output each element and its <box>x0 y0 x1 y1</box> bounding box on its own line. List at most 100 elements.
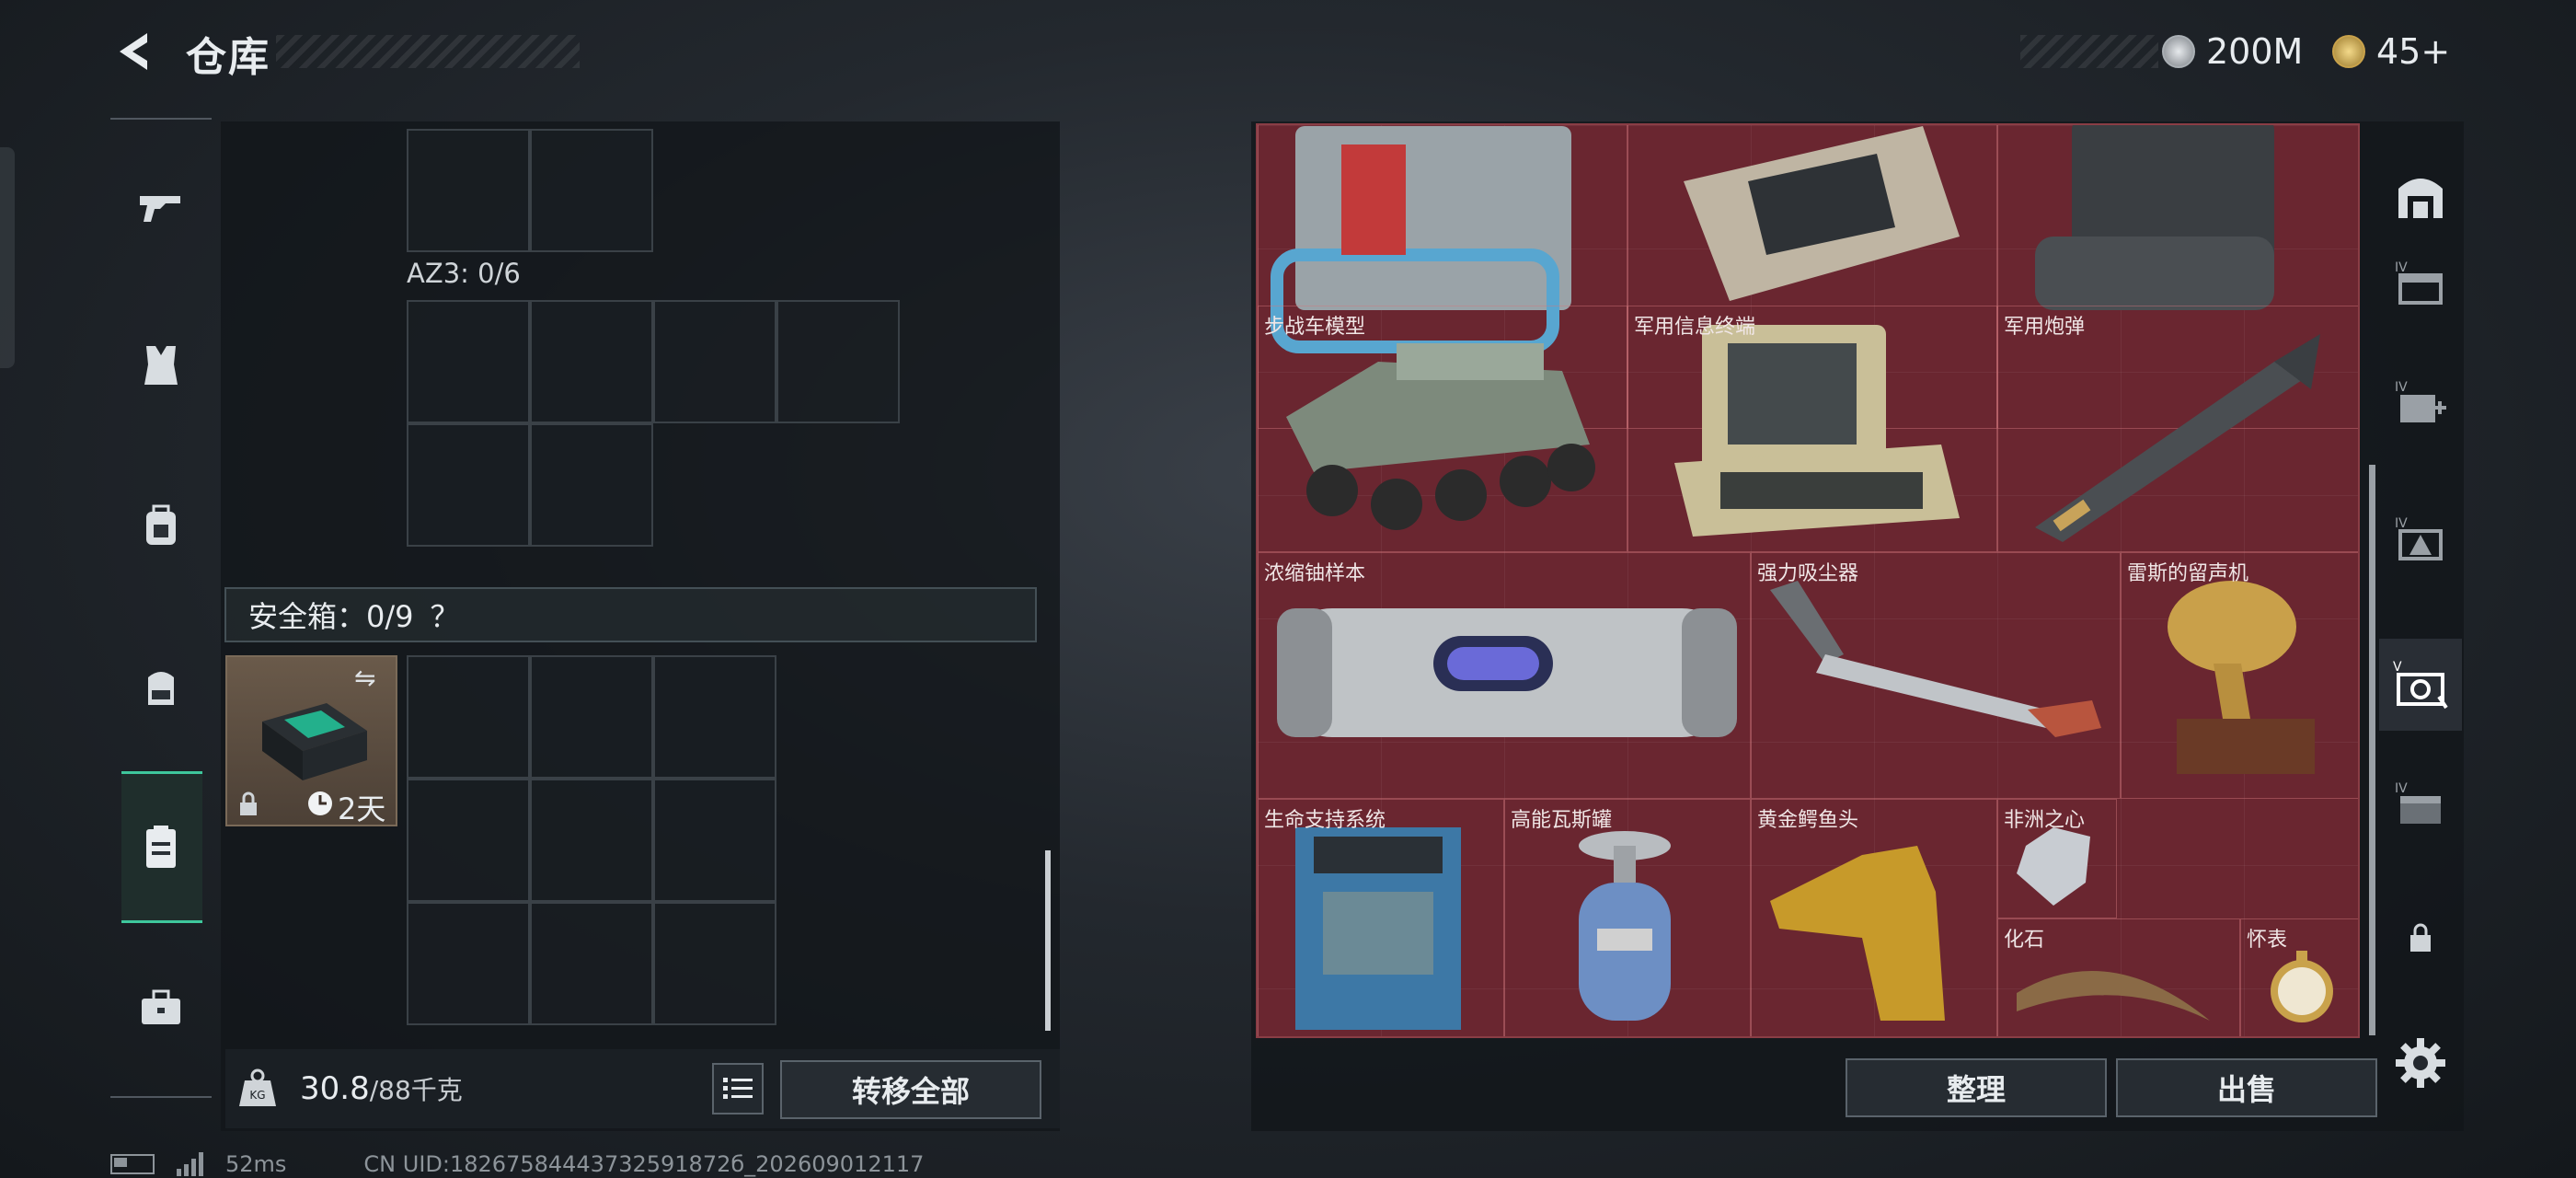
slot-cell[interactable] <box>407 655 530 779</box>
vacuum-cleaner-image <box>1770 581 2101 737</box>
az3-capacity-label: AZ3: 0/6 <box>407 258 521 289</box>
slot-cell[interactable] <box>407 902 530 1025</box>
currency-silver-value: 200M <box>2206 31 2304 72</box>
gun-icon[interactable] <box>129 175 193 239</box>
lock-icon[interactable] <box>2388 906 2453 970</box>
inventory-item-pocket-watch[interactable]: 怀表 <box>2240 918 2358 1036</box>
inventory-item-fossil[interactable]: 化石 <box>1997 918 2240 1036</box>
inventory-item-ifv-model[interactable]: 步战车模型 <box>1258 306 1627 552</box>
tier-iv-case-icon[interactable]: IV <box>2388 771 2453 836</box>
currency-stripe-decoration <box>2020 35 2158 68</box>
svg-text:KG: KG <box>249 1089 265 1102</box>
top-slot-grid <box>407 129 657 254</box>
slot-cell[interactable] <box>653 779 776 902</box>
backpack-alt-icon[interactable] <box>129 493 193 558</box>
golden-crocodile-head-image <box>1770 846 1945 1021</box>
inventory-item-military-terminal[interactable]: 军用信息终端 <box>1627 306 1997 552</box>
left-edge-handle <box>0 147 15 368</box>
status-bar: 52ms CN UID:18267584443732591872б_202609… <box>110 1150 924 1178</box>
transfer-all-button[interactable]: 转移全部 <box>780 1060 1041 1119</box>
slot-cell[interactable] <box>407 779 530 902</box>
page-title: 仓库 <box>186 34 270 81</box>
list-view-button[interactable] <box>712 1063 764 1114</box>
slot-cell[interactable] <box>530 300 653 423</box>
currency-silver: 200M <box>2162 28 2303 75</box>
list-icon <box>723 1078 753 1099</box>
slot-cell[interactable] <box>653 300 776 423</box>
lock-icon <box>238 791 259 821</box>
safebox-slot-grid <box>407 655 778 1025</box>
inventory-scrollbar[interactable] <box>2369 465 2375 1035</box>
silver-coin-icon <box>2162 35 2195 68</box>
swap-icon[interactable]: ⇋ <box>354 663 375 693</box>
container-icon[interactable] <box>2388 162 2453 226</box>
slot-cell[interactable] <box>530 655 653 779</box>
slot-cell[interactable] <box>530 423 653 547</box>
slot-cell[interactable] <box>530 129 653 252</box>
weight-kg-icon: KG <box>237 1068 278 1108</box>
title-stripe-decoration <box>276 35 580 68</box>
gear-icon[interactable] <box>2392 1034 2449 1091</box>
slot-cell[interactable] <box>653 902 776 1025</box>
inventory-item-artillery-shell[interactable]: 军用炮弹 <box>1997 306 2358 552</box>
tier-iv-box-icon[interactable]: IV <box>2388 250 2453 315</box>
slot-cell[interactable] <box>776 300 900 423</box>
safebox-capacity-label: 安全箱：0/9 <box>248 599 414 634</box>
back-arrow-icon[interactable] <box>110 28 158 75</box>
armor-vest-icon[interactable] <box>129 333 193 398</box>
az3-slot-grid <box>407 300 903 549</box>
ping-value: 52ms <box>225 1151 287 1177</box>
artillery-shell-image <box>2035 334 2320 542</box>
inventory-item-life-support-system[interactable]: 生命支持系统 <box>1258 799 1504 1036</box>
gas-canister-image <box>1579 831 1671 1021</box>
svg-text:IV: IV <box>2395 260 2408 275</box>
briefcase-icon[interactable] <box>129 976 193 1040</box>
inventory-item-gramophone[interactable]: 雷斯的留声机 <box>2121 552 2358 799</box>
safebox-item[interactable]: ⇋ 2天 <box>225 655 397 826</box>
gramophone-image <box>2168 581 2315 774</box>
military-terminal-image <box>1674 325 1960 537</box>
left-category-nav <box>110 118 212 1098</box>
slot-cell[interactable] <box>530 779 653 902</box>
tier-iv-triangle-icon[interactable]: IV <box>2388 506 2453 571</box>
uid-text: CN UID:18267584443732591872б_20260901211… <box>363 1151 925 1177</box>
svg-text:V: V <box>2393 660 2402 675</box>
inventory-item-gas-canister[interactable]: 高能瓦斯罐 <box>1504 799 1751 1036</box>
tier-v-safe-icon[interactable]: V <box>2388 652 2453 716</box>
clock-icon <box>306 790 334 817</box>
svg-text:IV: IV <box>2395 516 2408 531</box>
svg-text:IV: IV <box>2395 380 2408 395</box>
inventory-item-vacuum-cleaner[interactable]: 强力吸尘器 <box>1751 552 2121 799</box>
sort-button[interactable]: 整理 <box>1846 1058 2107 1117</box>
svg-text:IV: IV <box>2395 781 2408 796</box>
safebox-image <box>262 703 367 780</box>
slot-cell[interactable] <box>407 423 530 547</box>
ifv-model-image <box>1286 343 1595 530</box>
inventory-item-enriched-uranium[interactable]: 浓缩铀样本 <box>1258 552 1751 799</box>
life-support-system-image <box>1295 827 1461 1030</box>
slot-cell[interactable] <box>407 129 530 252</box>
help-icon[interactable]: ？ <box>431 594 460 636</box>
inventory-grid: 步战车模型 军用信息终端 军用炮弹 浓缩铀样本 强力吸尘器 雷斯的留声机 生命支… <box>1256 123 2360 1038</box>
currency-gold: 45+ <box>2332 28 2450 75</box>
signal-icon <box>177 1152 203 1176</box>
sell-button[interactable]: 出售 <box>2116 1058 2377 1117</box>
weight-value: 30.8 <box>300 1070 370 1107</box>
enriched-uranium-image <box>1277 608 1737 737</box>
weight-readout: 30.8/88千克 <box>300 1070 463 1107</box>
inventory-item-golden-crocodile-head[interactable]: 黄金鳄鱼头 <box>1751 799 1997 1036</box>
gold-triangle-coin-icon <box>2332 35 2365 68</box>
battery-icon <box>110 1154 155 1174</box>
safebox-capacity-bar: 安全箱：0/9 ？ <box>224 587 1037 642</box>
backpack-icon[interactable] <box>129 653 193 718</box>
currency-gold-value: 45+ <box>2376 31 2451 72</box>
slot-cell[interactable] <box>530 902 653 1025</box>
slot-cell[interactable] <box>653 655 776 779</box>
inventory-item-heart-of-africa[interactable]: 非洲之心 <box>1997 799 2117 918</box>
safebox-icon[interactable] <box>129 814 193 879</box>
tier-iv-add-icon[interactable]: IV <box>2388 370 2453 434</box>
weight-max: /88千克 <box>369 1075 463 1105</box>
storage-scrollbar[interactable] <box>1045 850 1051 1031</box>
safebox-timer: 2天 <box>338 791 386 826</box>
slot-cell[interactable] <box>407 300 530 423</box>
